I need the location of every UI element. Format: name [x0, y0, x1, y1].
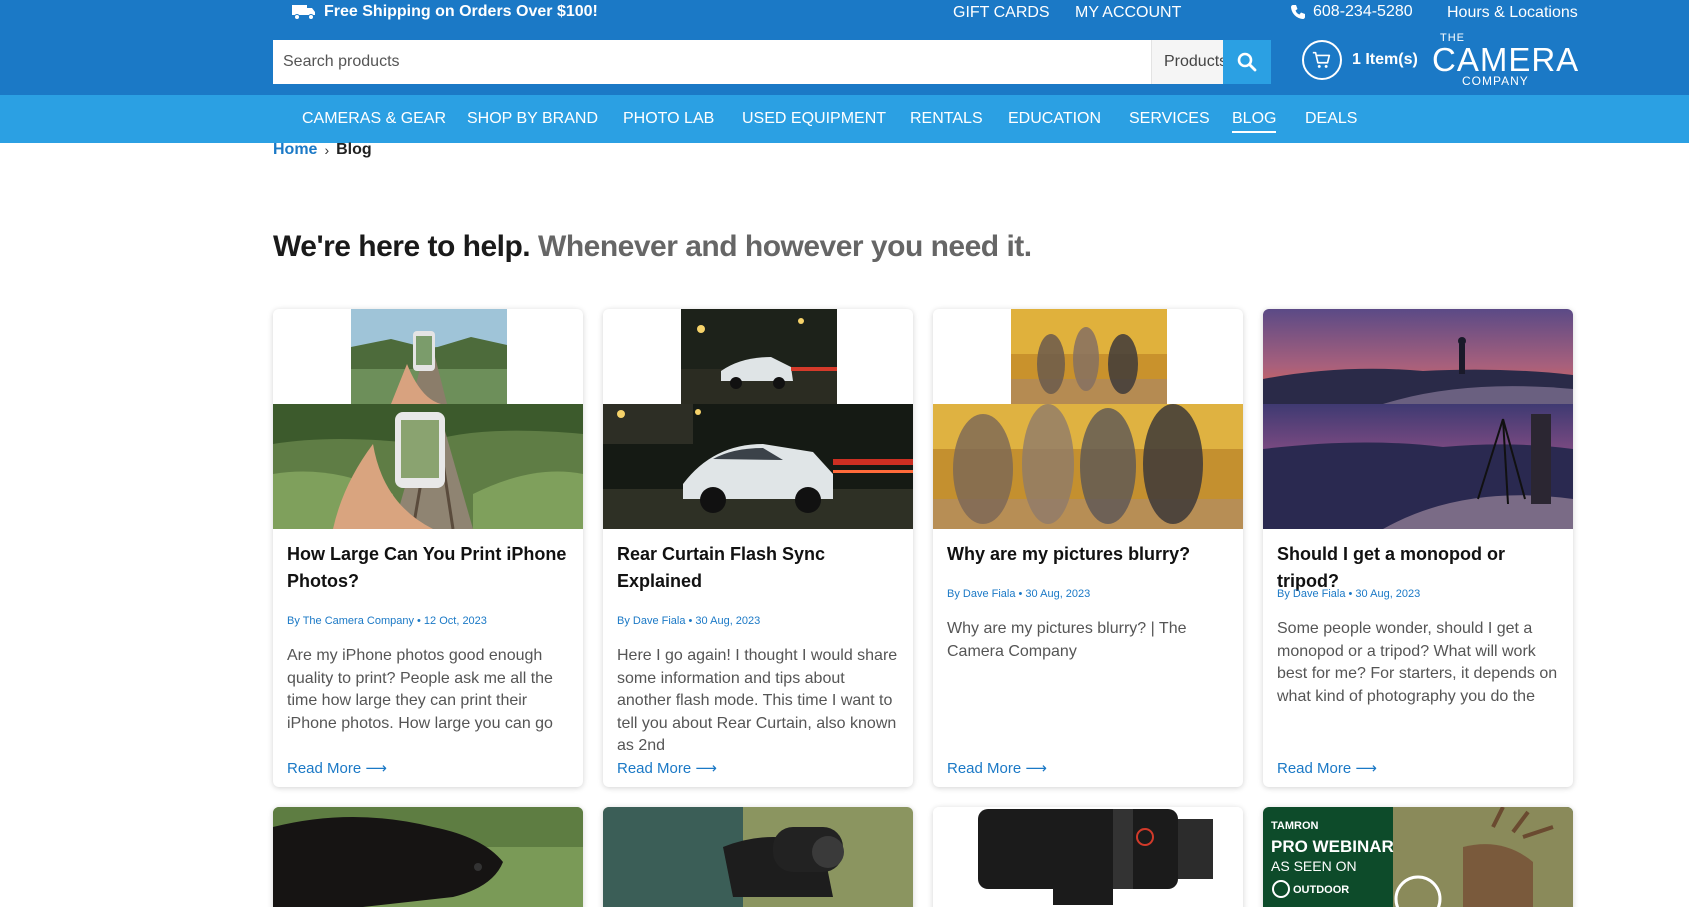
blog-card[interactable] — [603, 807, 913, 907]
phone-number: 608-234-5280 — [1313, 3, 1413, 20]
post-image — [1263, 309, 1573, 529]
truck-icon — [292, 5, 315, 20]
post-title[interactable]: Why are my pictures blurry? — [947, 541, 1229, 568]
post-image — [603, 807, 913, 907]
post-title[interactable]: Rear Curtain Flash Sync Explained — [617, 541, 899, 595]
phone-link[interactable]: 608-234-5280 — [1290, 3, 1413, 21]
headline-primary: We're here to help. — [273, 230, 531, 263]
nav-used-equipment[interactable]: USED EQUIPMENT — [742, 110, 886, 128]
blog-card[interactable]: Should I get a monopod or tripod? By Dav… — [1263, 309, 1573, 787]
phone-icon — [1291, 5, 1305, 19]
post-meta: By Dave Fiala • 30 Aug, 2023 — [617, 615, 761, 627]
nav-deals[interactable]: DEALS — [1305, 110, 1357, 128]
breadcrumb-home[interactable]: Home — [273, 141, 317, 159]
blog-card[interactable]: Why are my pictures blurry? By Dave Fial… — [933, 309, 1243, 787]
post-thumbnail-small — [1011, 309, 1167, 404]
site-header: Products ▼ 1 Item(s) THE CAMERA COMPANY — [0, 28, 1689, 95]
post-title[interactable]: Should I get a monopod or tripod? — [1277, 541, 1559, 595]
blog-card[interactable]: TAMRON PRO WEBINAR AS SEEN ON OUTDOOR — [1263, 807, 1573, 907]
post-title[interactable]: How Large Can You Print iPhone Photos? — [287, 541, 569, 595]
search-bar: Products ▼ — [273, 40, 1271, 84]
cart-count: 1 Item(s) — [1352, 51, 1418, 68]
top-bar: Free Shipping on Orders Over $100! GIFT … — [0, 0, 1689, 28]
post-excerpt: Here I go again! I thought I would share… — [617, 647, 898, 754]
post-thumbnail-small — [681, 309, 837, 404]
logo-company: COMPANY — [1462, 74, 1529, 88]
blog-card[interactable] — [273, 807, 583, 907]
search-input[interactable] — [273, 40, 1151, 84]
blog-card[interactable]: Rear Curtain Flash Sync Explained By Dav… — [603, 309, 913, 787]
nav-education[interactable]: EDUCATION — [1008, 110, 1101, 128]
page-headline: We're here to help. Whenever and however… — [273, 230, 1032, 264]
post-excerpt: Are my iPhone photos good enough quality… — [287, 647, 553, 732]
breadcrumb-current: Blog — [336, 141, 372, 158]
breadcrumb-separator: › — [324, 142, 330, 158]
headline-secondary: Whenever and however you need it. — [538, 230, 1032, 263]
webinar-line3: OUTDOOR — [1293, 884, 1349, 896]
cart-button[interactable]: 1 Item(s) — [1302, 40, 1418, 80]
free-shipping-text: Free Shipping on Orders Over $100! — [324, 3, 598, 20]
hours-locations-link[interactable]: Hours & Locations — [1447, 4, 1578, 22]
post-image — [273, 404, 583, 529]
read-more-link[interactable]: Read More ⟶ — [617, 759, 717, 777]
search-icon — [1237, 52, 1257, 72]
category-select-value: Products — [1164, 53, 1228, 70]
post-image — [603, 404, 913, 529]
main-nav: CAMERAS & GEAR SHOP BY BRAND PHOTO LAB U… — [0, 95, 1689, 143]
webinar-line2: AS SEEN ON — [1271, 858, 1357, 874]
camera-company-logo[interactable]: THE CAMERA COMPANY — [1432, 32, 1578, 88]
read-more-link[interactable]: Read More ⟶ — [947, 759, 1047, 777]
blog-card[interactable] — [933, 807, 1243, 907]
breadcrumb: Home › Blog — [273, 141, 372, 159]
post-image: TAMRON PRO WEBINAR AS SEEN ON OUTDOOR — [1263, 807, 1573, 907]
webinar-line1: PRO WEBINAR — [1271, 837, 1394, 856]
post-image — [933, 404, 1243, 529]
post-meta: By Dave Fiala • 30 Aug, 2023 — [947, 588, 1091, 600]
post-image — [273, 807, 583, 907]
gift-cards-link[interactable]: GIFT CARDS — [953, 4, 1050, 22]
nav-shop-by-brand[interactable]: SHOP BY BRAND — [467, 110, 598, 128]
blog-card[interactable]: How Large Can You Print iPhone Photos? B… — [273, 309, 583, 787]
nav-blog[interactable]: BLOG — [1232, 110, 1277, 133]
nav-services[interactable]: SERVICES — [1129, 110, 1210, 128]
cart-icon — [1302, 40, 1342, 80]
post-meta: By Dave Fiala • 30 Aug, 2023 — [1277, 588, 1421, 600]
read-more-link[interactable]: Read More ⟶ — [1277, 759, 1377, 777]
post-meta: By The Camera Company • 12 Oct, 2023 — [287, 615, 487, 627]
my-account-link[interactable]: MY ACCOUNT — [1075, 4, 1181, 22]
webinar-brand: TAMRON — [1271, 820, 1319, 832]
post-image — [933, 807, 1243, 907]
nav-photo-lab[interactable]: PHOTO LAB — [623, 110, 714, 128]
nav-cameras-gear[interactable]: CAMERAS & GEAR — [302, 110, 446, 128]
search-button[interactable] — [1223, 40, 1271, 84]
post-excerpt: Why are my pictures blurry? | The Camera… — [947, 620, 1187, 660]
read-more-link[interactable]: Read More ⟶ — [287, 759, 387, 777]
free-shipping-banner[interactable]: Free Shipping on Orders Over $100! — [292, 3, 598, 21]
post-excerpt: Some people wonder, should I get a monop… — [1277, 620, 1558, 705]
nav-rentals[interactable]: RENTALS — [910, 110, 983, 128]
post-thumbnail-small — [351, 309, 507, 404]
